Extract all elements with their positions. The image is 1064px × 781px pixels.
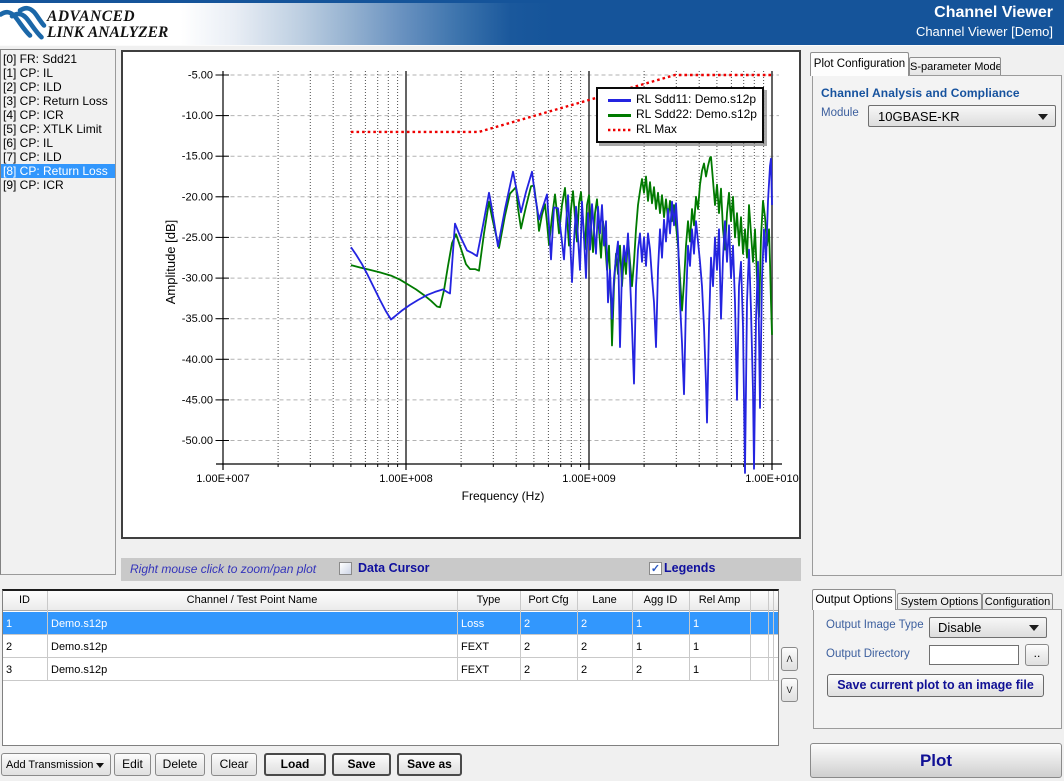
- svg-text:1.00E+008: 1.00E+008: [379, 473, 433, 485]
- svg-text:-30.00: -30.00: [182, 273, 213, 285]
- svg-text:-40.00: -40.00: [182, 354, 213, 366]
- svg-text:-10.00: -10.00: [182, 110, 213, 122]
- svg-text:-5.00: -5.00: [188, 70, 213, 82]
- svg-text:Amplitude [dB]: Amplitude [dB]: [163, 220, 178, 305]
- svg-text:-25.00: -25.00: [182, 232, 213, 244]
- svg-text:1.00E+009: 1.00E+009: [562, 473, 616, 485]
- svg-text:-20.00: -20.00: [182, 191, 213, 203]
- svg-text:1.00E+010: 1.00E+010: [745, 473, 799, 485]
- svg-text:-35.00: -35.00: [182, 313, 213, 325]
- svg-text:1.00E+007: 1.00E+007: [196, 473, 250, 485]
- svg-text:-45.00: -45.00: [182, 394, 213, 406]
- svg-text:Frequency (Hz): Frequency (Hz): [462, 489, 545, 503]
- svg-text:-15.00: -15.00: [182, 151, 213, 163]
- svg-text:-50.00: -50.00: [182, 435, 213, 447]
